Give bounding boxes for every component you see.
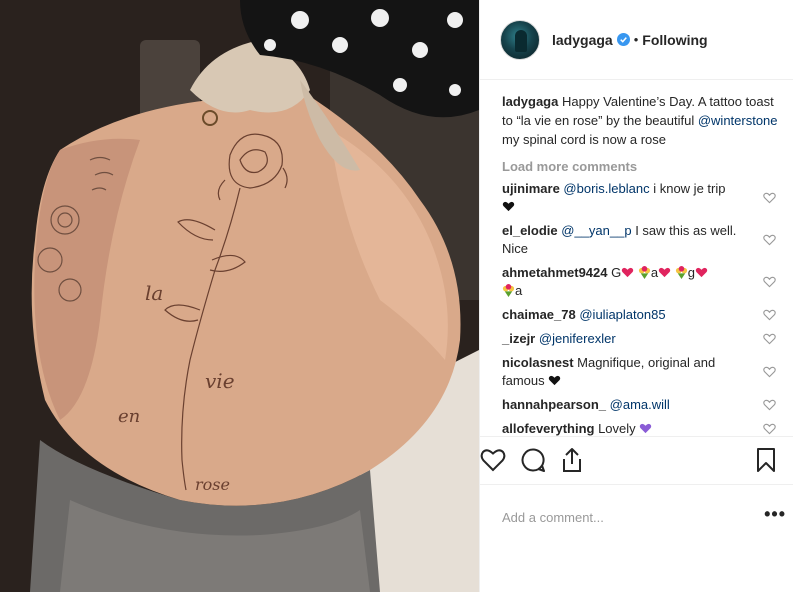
red-heart-emoji-icon [658,267,671,278]
bouquet-emoji-icon [675,266,687,279]
load-more-comments-button[interactable]: Load more comments [502,159,778,174]
post-photo[interactable]: la vie en rose [0,0,479,592]
red-heart-emoji-icon [695,267,708,278]
caption-author[interactable]: ladygaga [502,94,558,109]
author-avatar[interactable] [500,19,540,60]
add-comment-section: ••• [480,484,793,592]
bookmark-icon[interactable] [756,447,776,473]
comment-mention[interactable]: @__yan__p [561,223,631,238]
tattoo-word-rose: rose [195,475,230,494]
comment-text: Lovely [594,421,640,436]
share-icon[interactable] [560,447,584,473]
purple-heart-emoji-icon [640,423,652,434]
comment-mention[interactable]: @iuliaplaton85 [579,307,665,322]
tattoo-photo-illustration: la vie en rose [0,0,479,592]
like-comment-heart-icon[interactable] [763,399,776,412]
like-comment-heart-icon[interactable] [763,366,776,379]
comment-item: el_elodie @__yan__p I saw this as well. … [502,222,778,258]
comment-item: ahmetahmet9424 G a g a [502,264,778,300]
like-comment-heart-icon[interactable] [763,192,776,205]
like-comment-heart-icon[interactable] [763,234,776,247]
comment-username[interactable]: nicolasnest [502,355,574,370]
like-comment-heart-icon[interactable] [763,333,776,346]
comment-text: a [650,265,659,280]
comment-text: G [607,265,622,280]
comment-username[interactable]: chaimae_78 [502,307,576,322]
comment-username[interactable]: _izejr [502,331,535,346]
heart-outline-icon[interactable] [480,447,506,473]
comment-username[interactable]: el_elodie [502,223,558,238]
post-sidebar: ladygaga • Following ladygaga Happy Vale… [479,0,793,592]
comment-mention[interactable]: @ama.will [610,397,670,412]
comment-item: ujinimare @boris.leblanc i know je trip [502,180,778,216]
comment-mention[interactable]: @jeniferexler [539,331,616,346]
add-comment-input[interactable] [502,505,742,529]
comment-item: hannahpearson_ @ama.will [502,396,778,414]
post-actions-bar [480,436,793,484]
like-comment-heart-icon[interactable] [763,423,776,436]
post-header: ladygaga • Following [480,0,793,80]
caption-text-2: my spinal cord is now a rose [502,132,667,147]
comment-mention[interactable]: @boris.leblanc [563,181,649,196]
black-heart-emoji-icon [502,201,515,212]
comment-item: chaimae_78 @iuliaplaton85 [502,306,778,324]
header-separator: • [633,32,639,47]
more-options-button[interactable]: ••• [764,505,786,523]
comment-item: _izejr @jeniferexler [502,330,778,348]
comment-text: i know je trip [649,181,726,196]
author-username[interactable]: ladygaga [552,32,613,48]
tattoo-word-vie: vie [205,369,235,393]
tattoo-word-la: la [145,281,163,305]
tattoo-word-en: en [118,406,140,427]
verified-badge-icon [616,33,630,46]
post-caption: ladygaga Happy Valentine’s Day. A tattoo… [502,92,778,149]
post-modal: la vie en rose ladygaga • Following lady… [0,0,793,592]
comment-text: g [687,265,695,280]
black-heart-emoji-icon [549,375,561,386]
comment-text: a [515,283,523,298]
like-comment-heart-icon[interactable] [763,276,776,289]
speech-bubble-icon[interactable] [520,447,546,473]
comment-username[interactable]: allofeverything [502,421,594,436]
red-heart-emoji-icon [622,267,634,278]
comment-username[interactable]: ujinimare [502,181,560,196]
comment-item: nicolasnest Magnifique, original and fam… [502,354,778,390]
comment-username[interactable]: ahmetahmet9424 [502,265,608,280]
bouquet-emoji-icon [502,284,515,297]
comments-list: ladygaga Happy Valentine’s Day. A tattoo… [480,80,793,436]
comment-username[interactable]: hannahpearson_ [502,397,606,412]
caption-mention[interactable]: @winterstone [698,113,778,128]
bouquet-emoji-icon [638,266,650,279]
following-button[interactable]: Following [642,32,707,48]
like-comment-heart-icon[interactable] [763,309,776,322]
